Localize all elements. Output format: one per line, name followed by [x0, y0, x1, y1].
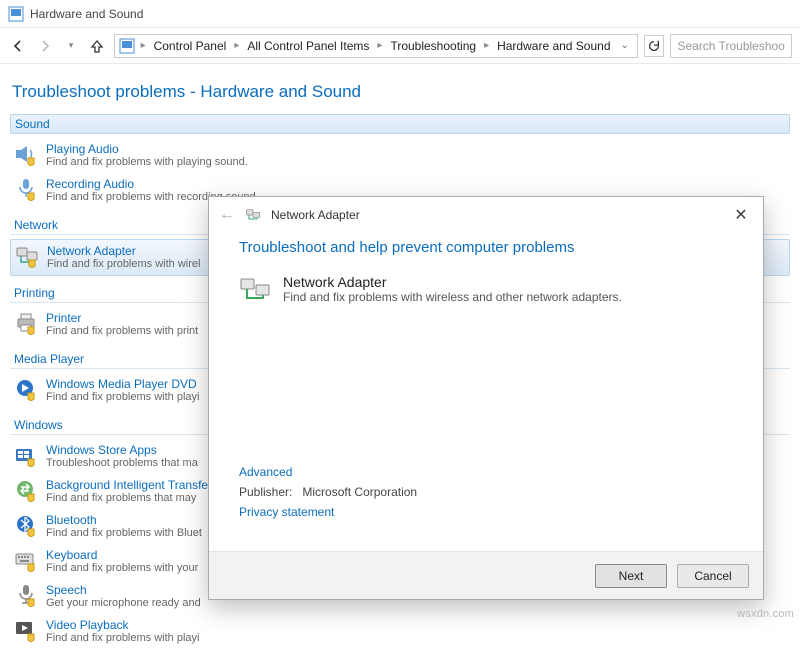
forward-button[interactable] — [34, 35, 54, 57]
speech-shield-icon — [14, 583, 38, 607]
chevron-right-icon: ▸ — [375, 40, 384, 51]
item-desc: Find and fix problems that may — [46, 492, 212, 505]
item-name: Keyboard — [46, 548, 198, 562]
item-name: Bluetooth — [46, 513, 202, 527]
advanced-link[interactable]: Advanced — [239, 465, 417, 479]
refresh-button[interactable] — [644, 35, 665, 57]
video-shield-icon — [14, 618, 38, 642]
item-name: Background Intelligent Transfer — [46, 478, 212, 492]
publisher-line: Publisher: Microsoft Corporation — [239, 485, 417, 499]
recent-dropdown[interactable]: ▾ — [61, 35, 81, 57]
mic-shield-icon — [14, 177, 38, 201]
item-name: Printer — [46, 311, 198, 325]
item-desc: Find and fix problems with Bluet — [46, 527, 202, 540]
wmp-shield-icon — [14, 377, 38, 401]
item-video-playback[interactable]: Video PlaybackFind and fix problems with… — [10, 614, 790, 649]
section-header: Sound — [10, 114, 790, 134]
wizard-item-name: Network Adapter — [283, 274, 622, 290]
item-name: Network Adapter — [47, 244, 200, 258]
cancel-button[interactable]: Cancel — [677, 564, 749, 588]
breadcrumb-item[interactable]: All Control Panel Items — [245, 39, 371, 53]
privacy-link[interactable]: Privacy statement — [239, 505, 417, 519]
publisher-value: Microsoft Corporation — [302, 485, 417, 499]
wizard-title: Network Adapter — [271, 208, 360, 222]
item-name: Recording Audio — [46, 177, 259, 191]
item-desc: Find and fix problems with playi — [46, 632, 199, 645]
printer-shield-icon — [14, 311, 38, 335]
window-title: Hardware and Sound — [30, 7, 143, 21]
close-button[interactable]: ✕ — [729, 203, 753, 227]
transfer-shield-icon — [14, 478, 38, 502]
breadcrumb-item[interactable]: Control Panel — [152, 39, 229, 53]
wizard-footer: Next Cancel — [209, 551, 763, 599]
address-bar[interactable]: ▸ Control Panel ▸ All Control Panel Item… — [114, 34, 638, 58]
item-desc: Find and fix problems with playi — [46, 391, 199, 404]
network-adapter-icon — [15, 244, 39, 268]
breadcrumb-item[interactable]: Troubleshooting — [388, 39, 478, 53]
store-shield-icon — [14, 443, 38, 467]
chevron-right-icon: ▸ — [139, 40, 148, 51]
speaker-shield-icon — [14, 142, 38, 166]
network-adapter-icon — [239, 274, 271, 306]
chevron-right-icon: ▸ — [232, 40, 241, 51]
search-input[interactable]: Search Troubleshoo — [670, 34, 792, 58]
item-desc: Find and fix problems with print — [46, 325, 198, 338]
network-adapter-icon — [245, 207, 261, 223]
up-button[interactable] — [87, 35, 107, 57]
search-placeholder: Search Troubleshoo — [677, 39, 784, 53]
item-name: Windows Store Apps — [46, 443, 198, 457]
page-title: Troubleshoot problems - Hardware and Sou… — [12, 82, 790, 102]
item-name: Speech — [46, 583, 201, 597]
address-dropdown[interactable]: ⌄ — [617, 40, 633, 51]
window-titlebar: Hardware and Sound — [0, 0, 800, 28]
item-name: Playing Audio — [46, 142, 248, 156]
troubleshooter-wizard: ✕ ← Network Adapter Troubleshoot and hel… — [208, 196, 764, 600]
item-desc: Find and fix problems with wirel — [47, 258, 200, 271]
section-sound: Sound Playing AudioFind and fix problems… — [10, 114, 790, 208]
navigation-bar: ▾ ▸ Control Panel ▸ All Control Panel It… — [0, 28, 800, 64]
troubleshoot-icon — [119, 38, 135, 54]
watermark: wsxdn.com — [737, 608, 794, 620]
bluetooth-shield-icon — [14, 513, 38, 537]
wizard-item-desc: Find and fix problems with wireless and … — [283, 290, 622, 304]
item-desc: Find and fix problems with your — [46, 562, 198, 575]
next-button[interactable]: Next — [595, 564, 667, 588]
wizard-heading: Troubleshoot and help prevent computer p… — [239, 239, 733, 256]
keyboard-shield-icon — [14, 548, 38, 572]
publisher-label: Publisher: — [239, 485, 292, 499]
wizard-troubleshooter-item[interactable]: Network Adapter Find and fix problems wi… — [239, 274, 733, 306]
breadcrumb-item[interactable]: Hardware and Sound — [495, 39, 612, 53]
back-button[interactable] — [8, 35, 28, 57]
wizard-back-button[interactable]: ← — [219, 206, 235, 224]
item-playing-audio[interactable]: Playing AudioFind and fix problems with … — [10, 138, 790, 173]
item-name: Video Playback — [46, 618, 199, 632]
app-icon — [8, 6, 24, 22]
chevron-right-icon: ▸ — [482, 40, 491, 51]
item-desc: Get your microphone ready and — [46, 597, 201, 610]
item-desc: Find and fix problems with playing sound… — [46, 156, 248, 169]
item-desc: Troubleshoot problems that ma — [46, 457, 198, 470]
item-name: Windows Media Player DVD — [46, 377, 199, 391]
